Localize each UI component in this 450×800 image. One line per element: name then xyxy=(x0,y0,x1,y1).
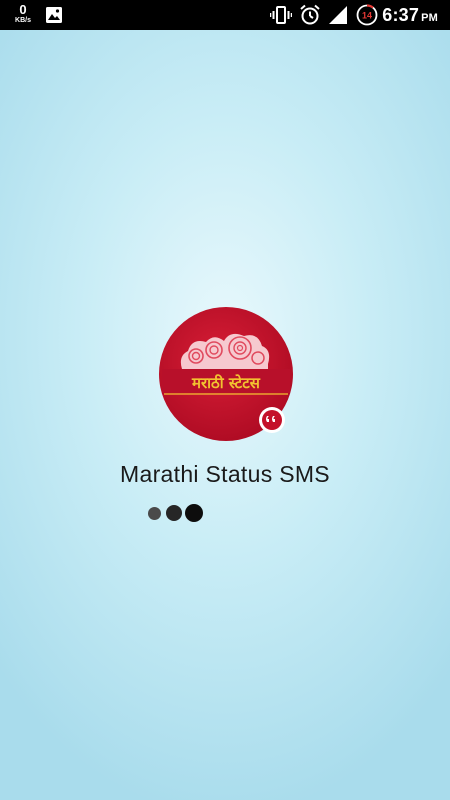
clock-period: PM xyxy=(421,12,438,24)
alarm-icon xyxy=(299,4,321,31)
status-bar: 0 KB/s 14 6:37 PM xyxy=(0,0,450,30)
battery-level: 14 xyxy=(362,11,372,21)
loading-dot xyxy=(148,507,161,520)
app-title: Marathi Status SMS xyxy=(120,461,330,487)
network-speed-value: 0 xyxy=(19,2,27,17)
network-speed: 0 KB/s xyxy=(10,3,36,24)
battery-icon: 14 xyxy=(356,4,378,31)
loading-dot xyxy=(166,505,182,521)
logo-text: मराठी स्टेटस xyxy=(191,374,261,392)
clock-time: 6:37 xyxy=(382,5,420,25)
image-notification-icon xyxy=(45,6,63,29)
splash-screen: 0 KB/s 14 6:37 PM मराठी स्टेटस Marathi S… xyxy=(0,0,450,800)
clock: 6:37 PM xyxy=(382,5,438,26)
network-speed-unit: KB/s xyxy=(15,17,31,24)
signal-icon xyxy=(328,5,348,30)
quote-badge-icon xyxy=(259,407,285,433)
vibrate-icon xyxy=(269,5,293,30)
loading-dot xyxy=(185,504,203,522)
app-logo: मराठी स्टेटस xyxy=(158,306,294,442)
